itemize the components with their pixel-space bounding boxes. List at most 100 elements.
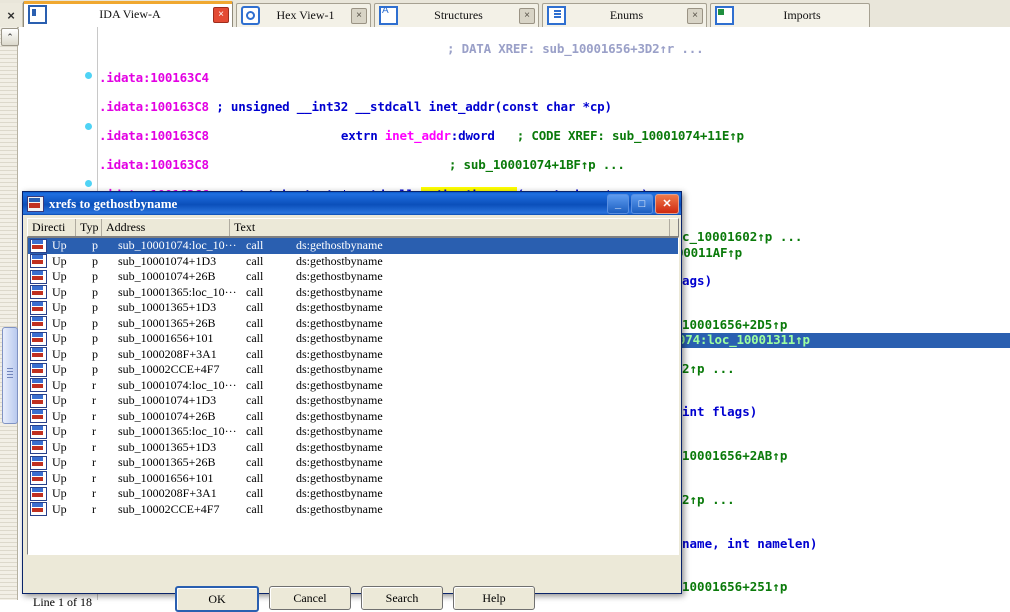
table-row[interactable]: Up r sub_10001074+26B call ds:gethostbyname — [28, 409, 678, 425]
help-button[interactable]: Help — [453, 586, 535, 610]
table-row[interactable]: Up p sub_10001656+101 call ds:gethostbyname — [28, 331, 678, 347]
cell-opcode: call — [246, 315, 264, 330]
table-row[interactable]: Up r sub_10001074+1D3 call ds:gethostbyname — [28, 393, 678, 409]
cell-text: call ds:gethostbyname — [246, 300, 678, 315]
tab-close-icon[interactable]: × — [687, 7, 703, 24]
column-header-direction[interactable]: Directi — [28, 219, 76, 236]
close-button[interactable]: ✕ — [655, 193, 679, 214]
tab-close-icon[interactable]: × — [351, 7, 367, 24]
status-line: Line 1 of 18 — [33, 595, 92, 609]
cell-address: sub_10001074+26B — [118, 408, 216, 423]
fragment: name, int namelen) — [682, 535, 818, 551]
ok-button[interactable]: OK — [175, 586, 259, 612]
cell-opcode: call — [246, 362, 264, 377]
xref-row-icon — [30, 316, 47, 331]
maximize-button[interactable]: □ — [631, 193, 653, 214]
code-line: .idata:100163C8 ; sub_10001074+1BF↑p ... — [99, 158, 1010, 173]
cell-direction: Up — [52, 284, 67, 299]
table-row[interactable]: Up r sub_10001365+26B call ds:gethostbyname — [28, 455, 678, 471]
table-row[interactable]: Up p sub_10001074:loc_10··· call ds:gethostb… — [28, 238, 678, 254]
cell-operand: ds:gethostbyname — [296, 501, 383, 516]
cell-direction: Up — [52, 470, 67, 485]
cell-operand: ds:gethostbyname — [296, 269, 383, 284]
tab-imports[interactable]: Imports — [710, 3, 870, 27]
tab-close-icon[interactable]: × — [213, 6, 229, 23]
table-row[interactable]: Up r sub_10001656+101 call ds:gethostbyname — [28, 471, 678, 487]
table-row[interactable]: Up r sub_10002CCE+4F7 call ds:gethostbyname — [28, 502, 678, 518]
search-button[interactable]: Search — [361, 586, 443, 610]
tab-enums[interactable]: Enums × — [542, 3, 707, 27]
cell-direction: Up — [52, 346, 67, 361]
cell-operand: ds:gethostbyname — [296, 238, 383, 253]
cell-text: call ds:gethostbyname — [246, 486, 678, 501]
code-address: .idata:100163C8 — [99, 98, 209, 114]
fragment: 2↑p ... — [682, 360, 735, 376]
scrollbar-thumb[interactable] — [2, 327, 18, 424]
cell-text: call ds:gethostbyname — [246, 362, 678, 377]
column-header-address[interactable]: Address — [102, 219, 230, 236]
hex-view-icon — [241, 6, 260, 25]
column-header-text[interactable]: Text — [230, 219, 670, 236]
arrow-marker-icon — [85, 72, 92, 79]
fragment: ags) — [682, 272, 713, 288]
cell-direction: Up — [52, 377, 67, 392]
table-row[interactable]: Up p sub_10001074+26B call ds:gethostbyname — [28, 269, 678, 285]
xref-row-icon — [30, 424, 47, 439]
table-row[interactable]: Up r sub_1000208F+3A1 call ds:gethostbyname — [28, 486, 678, 502]
minimize-button[interactable]: _ — [607, 193, 629, 214]
xref-row-icon — [30, 347, 47, 362]
cell-text: call ds:gethostbyname — [246, 331, 678, 346]
cell-type: r — [92, 393, 96, 408]
xrefs-list[interactable]: Up p sub_10001074:loc_10··· call ds:gethostb… — [27, 237, 679, 555]
scroll-up-icon[interactable]: ⌃ — [1, 28, 19, 46]
code-extrn: extrn — [340, 128, 385, 144]
table-row[interactable]: Up p sub_1000208F+3A1 call ds:gethostbyname — [28, 347, 678, 363]
cell-direction: Up — [52, 455, 67, 470]
table-row[interactable]: Up p sub_10001365+26B call ds:gethostbyname — [28, 316, 678, 332]
cell-type: p — [92, 346, 98, 361]
cell-opcode: call — [246, 439, 264, 454]
code-type: :dword — [450, 128, 495, 144]
table-row[interactable]: Up p sub_10001074+1D3 call ds:gethostbyname — [28, 254, 678, 270]
cancel-button[interactable]: Cancel — [269, 586, 351, 610]
table-row[interactable]: Up r sub_10001074:loc_10··· call ds:gethostb… — [28, 378, 678, 394]
tab-structures[interactable]: Structures × — [374, 3, 539, 27]
dialog-title-bar[interactable]: xrefs to gethostbyname _ □ ✕ — [23, 192, 681, 215]
table-row[interactable]: Up p sub_10002CCE+4F7 call ds:gethostbyname — [28, 362, 678, 378]
cell-type: p — [92, 315, 98, 330]
cell-operand: ds:gethostbyname — [296, 455, 383, 470]
vertical-scrollbar[interactable]: ⌃ — [0, 27, 19, 600]
table-row[interactable]: Up r sub_10001365+1D3 call ds:gethostbyname — [28, 440, 678, 456]
xref-row-icon — [30, 440, 47, 455]
xrefs-list-container: Directi Typ Address Text Up p sub_10001074… — [27, 218, 679, 612]
cell-text: call ds:gethostbyname — [246, 440, 678, 455]
arrow-marker-icon — [85, 180, 92, 187]
cell-address: sub_10001365+26B — [118, 315, 216, 330]
dialog-button-row: OK Cancel Search Help — [27, 586, 683, 612]
xref-row-icon — [30, 486, 47, 501]
cell-text: call ds:gethostbyname — [246, 455, 678, 470]
table-row[interactable]: Up p sub_10001365+1D3 call ds:gethostbyname — [28, 300, 678, 316]
cell-address: sub_10001074+1D3 — [118, 253, 217, 268]
cell-type: r — [92, 486, 96, 501]
column-header-type[interactable]: Typ — [76, 219, 102, 236]
tab-close-icon[interactable]: × — [519, 7, 535, 24]
cell-type: p — [92, 300, 98, 315]
tab-ida-view-a[interactable]: IDA View-A × — [23, 1, 233, 27]
cell-operand: ds:gethostbyname — [296, 424, 383, 439]
xrefs-dialog[interactable]: xrefs to gethostbyname _ □ ✕ Directi Typ… — [22, 191, 682, 612]
table-row[interactable]: Up r sub_10001365:loc_10··· call ds:gethostb… — [28, 424, 678, 440]
tab-label: Structures — [434, 8, 483, 22]
table-row[interactable]: Up p sub_10001365:loc_10··· call ds:gethostb… — [28, 285, 678, 301]
xref-row-icon — [30, 331, 47, 346]
cell-type: r — [92, 455, 96, 470]
cell-text: call ds:gethostbyname — [246, 285, 678, 300]
close-all-tabs-button[interactable]: × — [0, 3, 23, 27]
tab-hex-view-1[interactable]: Hex View-1 × — [236, 3, 371, 27]
xref-row-icon — [30, 455, 47, 470]
cell-address: sub_10002CCE+4F7 — [118, 362, 220, 377]
cell-type: r — [92, 470, 96, 485]
cell-address: sub_10001365:loc_10··· — [118, 284, 237, 299]
cell-text: call ds:gethostbyname — [246, 393, 678, 408]
arrow-marker-icon — [85, 123, 92, 130]
